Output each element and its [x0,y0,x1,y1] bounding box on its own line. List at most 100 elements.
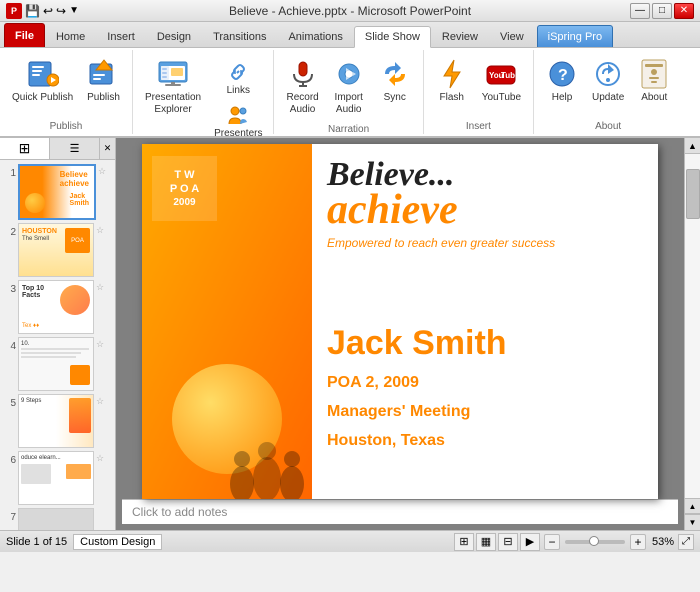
slide-canvas-area: T W P O A 2009 [116,138,684,530]
update-button[interactable]: Update [586,54,630,108]
window-controls: — □ ✕ [630,3,694,19]
scroll-track [685,154,700,498]
outline-tab[interactable]: ☰ [50,138,99,159]
slide-thumb-border-2: HOUSTON The Smell POA [18,223,94,277]
record-audio-label: RecordAudio [286,92,318,116]
zoom-slider-thumb[interactable] [589,536,599,546]
presentation-explorer-button[interactable]: PresentationExplorer [139,54,207,120]
slide-item-3[interactable]: 3 Top 10Facts Tex ♦♦ ☆ [2,280,113,334]
import-audio-button[interactable]: ImportAudio [327,54,371,120]
scroll-split-up[interactable]: ▲ [685,498,700,514]
tab-design[interactable]: Design [146,25,202,47]
zoom-in-button[interactable]: + [630,534,646,550]
scroll-thumb[interactable] [686,169,700,219]
tab-insert[interactable]: Insert [96,25,146,47]
youtube-button[interactable]: You Tube YouTube [476,54,527,108]
status-left: Slide 1 of 15 Custom Design [6,534,446,550]
notes-placeholder: Click to add notes [132,505,227,519]
slide-empowered: Empowered to reach even greater success [327,236,650,252]
ribbon-group-presentation: PresentationExplorer Links [133,50,275,134]
theme-badge: Custom Design [73,534,162,550]
tab-view[interactable]: View [489,25,535,47]
slide-text-area: Believe... achieve Empowered to reach ev… [327,158,650,251]
presenters-button[interactable]: Presenters [209,101,267,142]
maximize-button[interactable]: □ [652,3,672,19]
tab-transitions[interactable]: Transitions [202,25,277,47]
title-bar-left: P 💾 ↩ ↪ ▼ [6,3,79,19]
notes-area[interactable]: Click to add notes [122,499,678,524]
slide-star-5: ☆ [96,396,104,448]
slide-thumb-border-6: oduce elearn... [18,451,94,505]
slide-item-1[interactable]: 1 Believeachieve JackSmith ☆ [2,164,113,220]
youtube-label: YouTube [482,92,521,104]
slide-info-area: Jack Smith POA 2, 2009 Managers' Meeting… [327,324,650,455]
quick-publish-button[interactable]: Quick Publish [6,54,79,108]
slide-item-6[interactable]: 6 oduce elearn... ☆ [2,451,113,505]
help-label: Help [552,92,573,104]
slide-item-4[interactable]: 4 10. ☆ [2,337,113,391]
normal-view-button[interactable]: ⊞ [454,533,474,551]
slide-thumb-border-3: Top 10Facts Tex ♦♦ [18,280,94,334]
tab-home[interactable]: Home [45,25,96,47]
zoom-slider[interactable] [565,540,625,544]
scroll-down-button[interactable]: ▼ [685,514,700,530]
qat-undo[interactable]: ↩ [43,4,53,18]
qat-save[interactable]: 💾 [25,4,40,18]
tab-review[interactable]: Review [431,25,489,47]
slide-item-5[interactable]: 5 9 Steps ☆ [2,394,113,448]
publish-group-label: Publish [50,119,83,132]
slide-item-2[interactable]: 2 HOUSTON The Smell POA ☆ [2,223,113,277]
slide-number-7: 7 [2,508,16,530]
slide-star-2: ☆ [96,225,104,277]
record-audio-button[interactable]: RecordAudio [280,54,324,120]
reading-view-button[interactable]: ⊟ [498,533,518,551]
slide-info-block: POA 2, 2009 Managers' Meeting Houston, T… [327,369,650,455]
slide-number-2: 2 [2,223,16,277]
fit-page-button[interactable]: ⤢ [678,534,694,550]
presenters-icon [227,104,249,126]
minimize-button[interactable]: — [630,3,650,19]
tab-ispring[interactable]: iSpring Pro [537,25,613,47]
slide-achieve: achieve [327,192,650,230]
presentation-buttons: PresentationExplorer Links [139,52,268,144]
insert-group-label: Insert [466,119,491,132]
flash-button[interactable]: Flash [430,54,474,108]
qat-dropdown[interactable]: ▼ [69,5,79,16]
links-button[interactable]: Links [209,58,267,99]
insert-buttons: Flash You Tube YouTube [430,52,527,119]
about-button[interactable]: About [632,54,676,108]
help-button[interactable]: ? Help [540,54,584,108]
qat-redo[interactable]: ↪ [56,4,66,18]
zoom-controls: − + [544,534,646,550]
youtube-icon: You Tube [485,58,517,90]
slide-info3: Houston, Texas [327,427,650,456]
slide-thumb-1: Believeachieve JackSmith [20,166,94,218]
slides-tab[interactable]: ⊞ [0,138,50,159]
about-group-label: About [595,119,621,132]
publish-button[interactable]: Publish [81,54,126,108]
zoom-out-button[interactable]: − [544,534,560,550]
slide-info: Slide 1 of 15 [6,536,67,548]
slide-canvas[interactable]: T W P O A 2009 [142,144,658,499]
about-icon [638,58,670,90]
logo-line2: P O A [170,182,199,196]
tab-slideshow[interactable]: Slide Show [354,26,431,48]
panel-close-button[interactable]: ✕ [99,138,115,159]
close-button[interactable]: ✕ [674,3,694,19]
view-buttons: ⊞ ▦ ⊟ ▶ [454,533,540,551]
slide-canvas-wrapper: T W P O A 2009 [122,144,678,499]
slide-info2: Managers' Meeting [327,398,650,427]
tab-animations[interactable]: Animations [277,25,353,47]
record-audio-icon [287,58,319,90]
slide-sorter-button[interactable]: ▦ [476,533,496,551]
slide-item-7[interactable]: 7 -7- [2,508,113,530]
tab-file[interactable]: File [4,23,45,47]
scroll-up-button[interactable]: ▲ [685,138,700,154]
slideshow-view-button[interactable]: ▶ [520,533,540,551]
sync-icon [379,58,411,90]
slide-number-5: 5 [2,394,16,448]
import-audio-icon [333,58,365,90]
window-title: Believe - Achieve.pptx - Microsoft Power… [229,4,471,18]
sync-button[interactable]: Sync [373,54,417,108]
ribbon-group-publish: Quick Publish Publish Publish [0,50,133,134]
